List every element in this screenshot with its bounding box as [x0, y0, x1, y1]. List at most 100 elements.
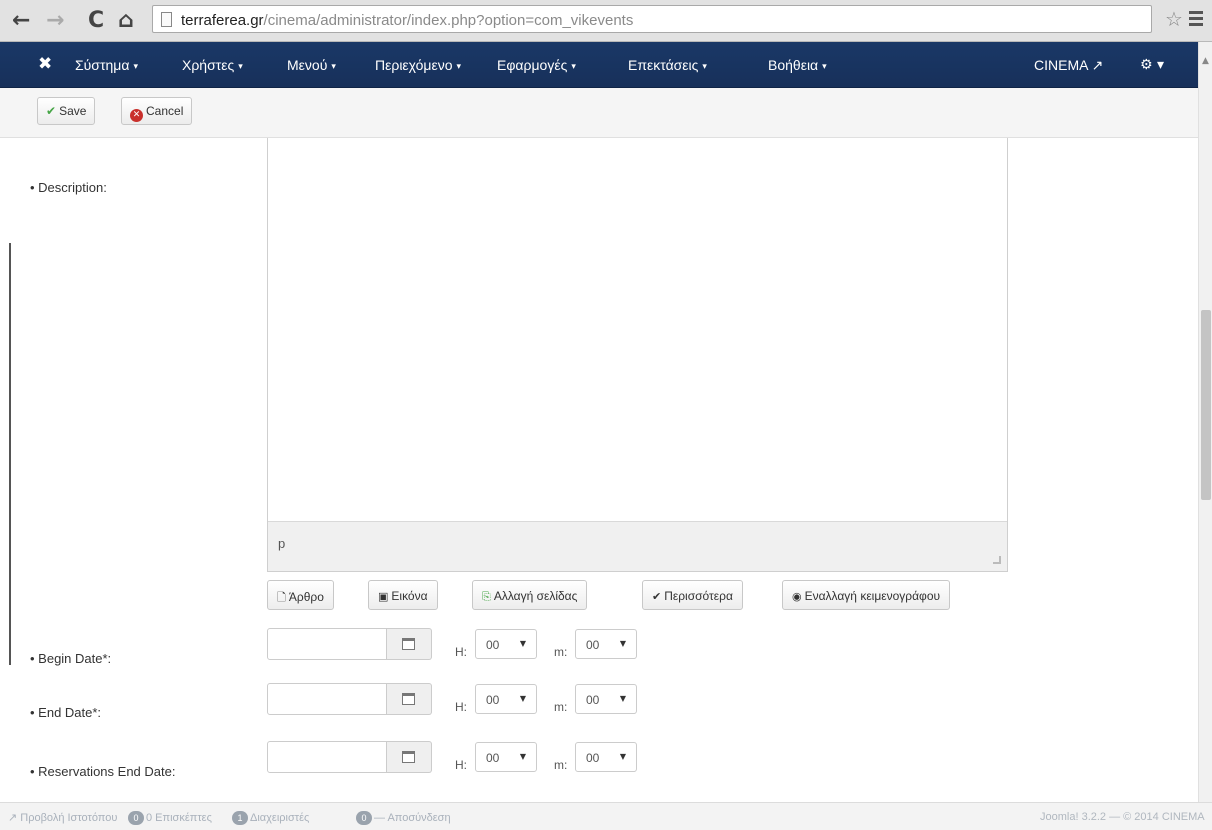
browser-toolbar: ← → C ⌂ terraferea.gr/cinema/administrat…: [0, 0, 1212, 42]
check-icon: ✔: [46, 104, 57, 118]
url-text[interactable]: terraferea.gr/cinema/administrator/index…: [181, 12, 633, 29]
admins-status: 1 Διαχειριστές: [232, 811, 309, 825]
reservations-hour-select[interactable]: 00 ▼: [475, 742, 537, 772]
reservations-hour-value: 00: [486, 751, 500, 765]
menu-help[interactable]: Βοήθεια ▾: [768, 57, 827, 73]
eye-icon: ◉: [792, 590, 802, 603]
joomla-logo-icon[interactable]: ✖: [38, 55, 56, 73]
begin-minute-select[interactable]: 00 ▼: [575, 629, 637, 659]
visitors-label: 0 Επισκέπτες: [146, 812, 212, 824]
pagebreak-icon: ⎘: [482, 590, 491, 603]
menu-menus[interactable]: Μενού ▾: [287, 57, 336, 73]
visitors-status: 00 Επισκέπτες: [128, 811, 212, 825]
calendar-icon: [402, 693, 415, 705]
cancel-label: Cancel: [146, 104, 184, 118]
dropdown-arrow-icon: ▼: [519, 752, 526, 761]
begin-minute-label: m:: [554, 645, 568, 659]
menu-extensions-label: Επεκτάσεις: [628, 57, 699, 73]
description-label: • Description:: [30, 180, 107, 195]
end-hour-value: 00: [486, 693, 500, 707]
dropdown-arrow-icon: ▼: [619, 752, 626, 761]
forward-icon[interactable]: →: [46, 10, 64, 32]
admin-navbar: ✖ Σύστημα ▾ Χρήστες ▾ Μενού ▾ Περιεχόμενο ▾ …: [0, 42, 1198, 88]
menu-users[interactable]: Χρήστες ▾: [182, 57, 243, 73]
resize-grip-icon[interactable]: [993, 556, 1001, 564]
admins-badge: 1: [232, 811, 248, 825]
menu-content[interactable]: Περιεχόμενο ▾: [375, 57, 461, 73]
scrollbar-thumb[interactable]: [1201, 310, 1211, 500]
url-domain: terraferea.gr: [181, 12, 264, 29]
reservations-end-date-label: • Reservations End Date:: [30, 764, 176, 779]
back-icon[interactable]: ←: [12, 10, 30, 32]
caret-down-icon: ▾: [571, 60, 576, 71]
settings-gear-icon[interactable]: ⚙ ▾: [1140, 57, 1164, 73]
home-icon[interactable]: ⌂: [118, 10, 134, 32]
menu-content-label: Περιεχόμενο: [375, 57, 453, 73]
reload-icon[interactable]: C: [88, 10, 104, 32]
page-icon: [161, 12, 172, 27]
action-toolbar: ✔ Save ✕ Cancel: [0, 88, 1198, 138]
menu-menus-label: Μενού: [287, 57, 328, 73]
end-minute-select[interactable]: 00 ▼: [575, 684, 637, 714]
admins-label: Διαχειριστές: [250, 812, 310, 824]
menu-help-label: Βοήθεια: [768, 57, 819, 73]
reservations-end-date-calendar-button[interactable]: [387, 741, 432, 773]
bookmark-star-icon[interactable]: ☆: [1165, 9, 1183, 29]
view-site-link[interactable]: ↗ Προβολή Ιστοτόπου: [8, 811, 117, 824]
section-divider: [9, 243, 11, 665]
editor-statusbar: p: [268, 521, 1007, 571]
cancel-icon: ✕: [130, 109, 143, 122]
logout-link[interactable]: 0— Αποσύνδεση: [356, 811, 451, 825]
article-button[interactable]: 🗋 Άρθρο: [267, 580, 334, 610]
begin-date-calendar-button[interactable]: [387, 628, 432, 660]
begin-hour-select[interactable]: 00 ▼: [475, 629, 537, 659]
scroll-up-icon[interactable]: ▲: [1202, 56, 1209, 66]
end-date-calendar-button[interactable]: [387, 683, 432, 715]
dropdown-arrow-icon: ▼: [519, 639, 526, 648]
begin-minute-value: 00: [586, 638, 600, 652]
dropdown-arrow-icon: ▼: [519, 694, 526, 703]
editor-path[interactable]: p: [278, 536, 285, 551]
visitors-badge: 0: [128, 811, 144, 825]
article-label: Άρθρο: [288, 590, 324, 604]
cancel-button[interactable]: ✕ Cancel: [121, 97, 193, 125]
reservations-minute-select[interactable]: 00 ▼: [575, 742, 637, 772]
begin-hour-label: H:: [455, 645, 467, 659]
menu-users-label: Χρήστες: [182, 57, 235, 73]
article-icon: 🗋: [277, 591, 286, 604]
menu-components[interactable]: Εφαρμογές ▾: [497, 57, 576, 73]
page-scrollbar[interactable]: ▲: [1198, 42, 1212, 802]
menu-system[interactable]: Σύστημα ▾: [75, 57, 138, 73]
caret-down-icon: ▾: [133, 60, 138, 71]
description-editor[interactable]: p: [267, 138, 1008, 572]
caret-down-icon: ▾: [238, 60, 243, 71]
reservations-end-date-input[interactable]: [267, 741, 387, 773]
reservations-minute-value: 00: [586, 751, 600, 765]
toggle-editor-button[interactable]: ◉ Εναλλαγή κειμενογράφου: [782, 580, 951, 610]
image-icon: ▣: [378, 590, 389, 603]
caret-down-icon: ▾: [822, 60, 827, 71]
caret-down-icon: ▾: [331, 60, 336, 71]
chevron-down-icon: ✔: [652, 590, 662, 603]
end-minute-value: 00: [586, 693, 600, 707]
save-button[interactable]: ✔ Save: [37, 97, 96, 125]
menu-extensions[interactable]: Επεκτάσεις ▾: [628, 57, 707, 73]
calendar-icon: [402, 751, 415, 763]
end-hour-label: H:: [455, 700, 467, 714]
end-hour-select[interactable]: 00 ▼: [475, 684, 537, 714]
end-minute-label: m:: [554, 700, 568, 714]
pagebreak-button[interactable]: ⎘ Αλλαγή σελίδας: [472, 580, 588, 610]
site-link[interactable]: CINEMA ↗: [1034, 57, 1103, 74]
begin-date-input[interactable]: [267, 628, 387, 660]
url-path: /cinema/administrator/index.php?option=c…: [263, 12, 634, 29]
menu-system-label: Σύστημα: [75, 57, 130, 73]
readmore-button[interactable]: ✔ Περισσότερα: [642, 580, 743, 610]
end-date-label: • End Date*:: [30, 705, 102, 720]
dropdown-arrow-icon: ▼: [619, 639, 626, 648]
address-bar[interactable]: terraferea.gr/cinema/administrator/index…: [152, 5, 1152, 33]
caret-down-icon: ▾: [702, 60, 707, 71]
end-date-input[interactable]: [267, 683, 387, 715]
image-button[interactable]: ▣ Εικόνα: [368, 580, 438, 610]
admin-status-bar: ↗ Προβολή Ιστοτόπου 00 Επισκέπτες 1 Διαχε…: [0, 802, 1212, 830]
browser-menu-icon[interactable]: [1189, 11, 1203, 26]
